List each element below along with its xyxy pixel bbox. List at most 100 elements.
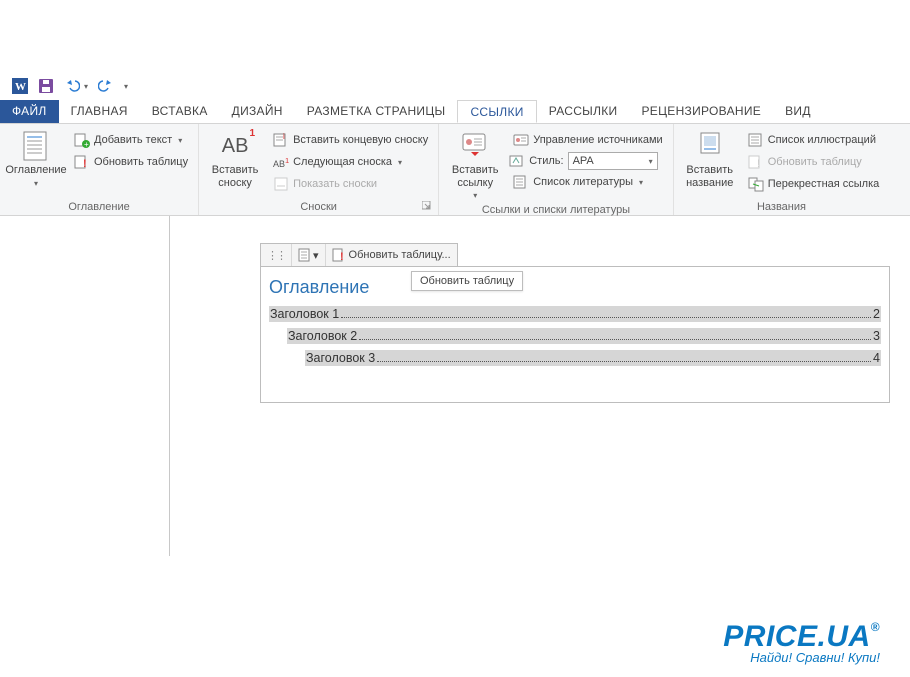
update-toc-icon: !	[74, 154, 90, 170]
tab-references[interactable]: ССЫЛКИ	[457, 100, 536, 123]
update-captions-label: Обновить таблицу	[768, 156, 862, 168]
toc-entry-page: 3	[873, 329, 880, 343]
chevron-down-icon: ▾	[639, 178, 643, 187]
bibliography-button[interactable]: Список литературы ▾	[509, 172, 666, 192]
tab-mailings[interactable]: РАССЫЛКИ	[537, 100, 630, 123]
brand-text: PRICE.UA	[723, 620, 870, 653]
bibliography-label: Список литературы	[533, 176, 633, 188]
registered-icon: ®	[871, 620, 880, 634]
insert-caption-button[interactable]: Вставить название	[680, 128, 740, 191]
update-captions-icon: !	[748, 154, 764, 170]
tab-layout[interactable]: РАЗМЕТКА СТРАНИЦЫ	[295, 100, 458, 123]
svg-text:i: i	[283, 132, 285, 141]
toc-field-handle: ⋮⋮ ▾ ! Обновить таблицу...	[260, 243, 458, 267]
toc-update-label: Обновить таблицу...	[349, 249, 451, 261]
insert-endnote-button[interactable]: i Вставить концевую сноску	[269, 130, 432, 150]
manage-sources-icon	[513, 132, 529, 148]
add-text-icon: +	[74, 132, 90, 148]
group-footnotes-label: Сноски	[300, 201, 337, 213]
chevron-down-icon: ▾	[313, 249, 319, 262]
watermark-logo: PRICE.UA® Найди! Сравни! Купи!	[723, 620, 880, 665]
svg-text:!: !	[83, 158, 87, 170]
left-gutter	[0, 216, 170, 556]
save-icon[interactable]	[38, 78, 54, 94]
next-footnote-button[interactable]: AB1 Следующая сноска ▾	[269, 152, 432, 172]
toc-field[interactable]: ⋮⋮ ▾ ! Обновить таблицу... Обновить табл…	[260, 266, 890, 403]
toc-icon	[20, 130, 52, 162]
show-notes-icon	[273, 176, 289, 192]
chevron-down-icon: ▾	[649, 157, 653, 166]
tab-design[interactable]: ДИЗАЙН	[220, 100, 295, 123]
group-citations-label: Ссылки и списки литературы	[445, 202, 666, 216]
insert-endnote-label: Вставить концевую сноску	[293, 134, 428, 146]
svg-text:!: !	[757, 158, 760, 170]
update-icon: !	[332, 248, 346, 262]
footnote-icon: AB 1	[219, 130, 251, 162]
list-illustrations-button[interactable]: Список иллюстраций	[744, 130, 884, 150]
style-value: APA	[573, 155, 594, 167]
svg-text:!: !	[340, 251, 344, 262]
tab-view[interactable]: ВИД	[773, 100, 823, 123]
insert-footnote-button[interactable]: AB 1 Вставить сноску	[205, 128, 265, 191]
manage-sources-label: Управление источниками	[533, 134, 662, 146]
toc-entry[interactable]: Заголовок 1 2	[269, 306, 881, 322]
add-text-label: Добавить текст	[94, 134, 172, 146]
insert-citation-button[interactable]: Вставить ссылку ▾	[445, 128, 505, 202]
update-captions-button[interactable]: ! Обновить таблицу	[744, 152, 884, 172]
group-toc-label: Оглавление	[6, 199, 192, 213]
tab-home[interactable]: ГЛАВНАЯ	[59, 100, 140, 123]
toc-entry-text: Заголовок 2	[288, 329, 357, 343]
tab-file[interactable]: ФАЙЛ	[0, 100, 59, 123]
toc-entry-text: Заголовок 1	[270, 307, 339, 321]
list-illus-icon	[748, 132, 764, 148]
qat-customize-dropdown[interactable]: ▾	[124, 82, 128, 91]
svg-text:W: W	[15, 81, 26, 93]
toc-entry[interactable]: Заголовок 2 3	[287, 328, 881, 344]
toc-entry-text: Заголовок 3	[306, 351, 375, 365]
group-captions-label: Названия	[680, 199, 884, 213]
style-icon	[509, 153, 525, 169]
cross-ref-button[interactable]: Перекрестная ссылка	[744, 174, 884, 194]
toc-body: Оглавление Заголовок 1 2 Заголовок 2 3 З…	[261, 267, 889, 402]
ribbon-tabs: ФАЙЛ ГЛАВНАЯ ВСТАВКА ДИЗАЙН РАЗМЕТКА СТР…	[0, 100, 910, 124]
group-captions: Вставить название Список иллюстраций ! О…	[674, 124, 890, 215]
bibliography-icon	[513, 174, 529, 190]
toc-entry[interactable]: Заголовок 3 4	[305, 350, 881, 366]
document-workspace: ⋮⋮ ▾ ! Обновить таблицу... Обновить табл…	[0, 216, 910, 556]
chevron-down-icon: ▾	[398, 158, 402, 167]
show-notes-label: Показать сноски	[293, 178, 377, 190]
next-footnote-icon: AB1	[273, 154, 289, 170]
group-footnotes: AB 1 Вставить сноску i Вставить концевую…	[199, 124, 439, 215]
insert-footnote-label: Вставить сноску	[207, 164, 263, 189]
undo-dropdown[interactable]: ▾	[84, 82, 88, 91]
caption-icon	[694, 130, 726, 162]
tab-insert[interactable]: ВСТАВКА	[140, 100, 220, 123]
group-toc: Оглавление ▾ + Добавить текст ▾ ! Обнови…	[0, 124, 199, 215]
endnote-icon: i	[273, 132, 289, 148]
toc-menu-button[interactable]: ▾	[292, 244, 326, 266]
chevron-down-icon: ▾	[473, 191, 477, 200]
style-label: Стиль:	[529, 155, 563, 167]
show-notes-button[interactable]: Показать сноски	[269, 174, 432, 194]
update-toc-label: Обновить таблицу	[94, 156, 188, 168]
tab-review[interactable]: РЕЦЕНЗИРОВАНИЕ	[629, 100, 773, 123]
chevron-down-icon: ▾	[34, 179, 38, 188]
dialog-launcher-icon[interactable]	[422, 201, 432, 211]
toc-update-button[interactable]: ! Обновить таблицу...	[326, 244, 457, 266]
manage-sources-button[interactable]: Управление источниками	[509, 130, 666, 150]
word-app-icon: W	[12, 78, 28, 94]
quick-access-toolbar: W ▾ ▾	[0, 70, 910, 100]
insert-citation-label: Вставить ссылку	[447, 164, 503, 189]
toc-button[interactable]: Оглавление ▾	[6, 128, 66, 190]
page[interactable]: ⋮⋮ ▾ ! Обновить таблицу... Обновить табл…	[170, 216, 910, 556]
toc-handle-grip[interactable]: ⋮⋮	[261, 244, 292, 266]
toc-button-label: Оглавление	[5, 164, 66, 177]
add-text-button[interactable]: + Добавить текст ▾	[70, 130, 192, 150]
style-select[interactable]: APA ▾	[568, 152, 658, 170]
cross-ref-label: Перекрестная ссылка	[768, 178, 880, 190]
cross-ref-icon	[748, 176, 764, 192]
insert-caption-label: Вставить название	[682, 164, 738, 189]
undo-icon[interactable]	[64, 78, 80, 94]
redo-icon[interactable]	[98, 78, 114, 94]
update-toc-button[interactable]: ! Обновить таблицу	[70, 152, 192, 172]
